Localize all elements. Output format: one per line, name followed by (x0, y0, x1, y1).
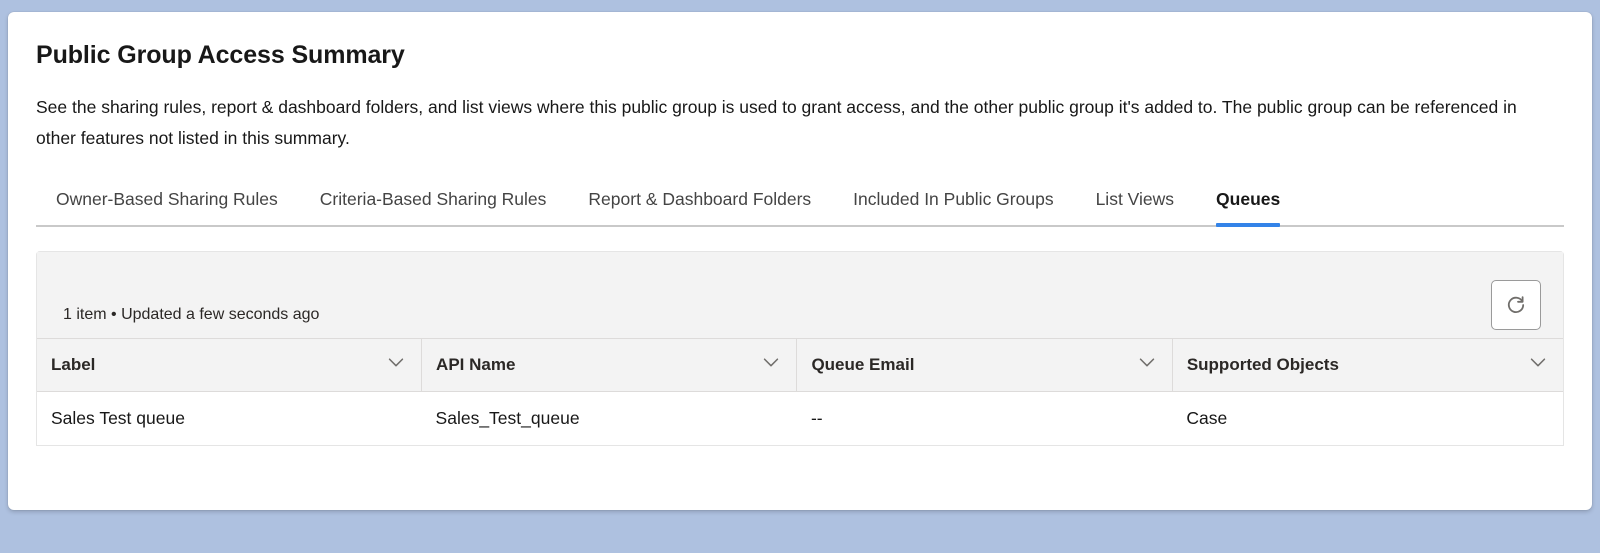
queues-table: Label API Name Queue Email Supported Obj… (37, 337, 1563, 446)
column-header-queue-email[interactable]: Queue Email (796, 337, 1173, 392)
tab-label: List Views (1095, 188, 1175, 209)
column-header-api-name[interactable]: API Name (421, 337, 798, 392)
tab-label: Queues (1216, 188, 1281, 209)
tab-list-views[interactable]: List Views (1075, 180, 1195, 225)
table-body: Sales Test queue Sales_Test_queue -- Cas… (37, 391, 1563, 446)
list-header: 1 item • Updated a few seconds ago (37, 251, 1563, 338)
card-content: Public Group Access Summary See the shar… (8, 12, 1592, 446)
tab-queues[interactable]: Queues (1195, 180, 1301, 227)
chevron-down-icon[interactable] (1527, 351, 1549, 378)
page-title: Public Group Access Summary (36, 41, 405, 69)
cell-label: Sales Test queue (37, 391, 422, 446)
tab-criteria-based-sharing-rules[interactable]: Criteria-Based Sharing Rules (299, 180, 568, 225)
tab-label: Owner-Based Sharing Rules (56, 188, 278, 209)
chevron-down-icon[interactable] (760, 351, 782, 378)
page-description: See the sharing rules, report & dashboar… (36, 96, 1517, 148)
cell-supported-objects: Case (1172, 391, 1563, 446)
tabs-bar: Owner-Based Sharing Rules Criteria-Based… (36, 180, 1564, 227)
tab-label: Report & Dashboard Folders (588, 188, 812, 209)
cell-queue-email: -- (796, 391, 1173, 446)
tab-report-and-dashboard-folders[interactable]: Report & Dashboard Folders (567, 180, 832, 225)
list-status-text: 1 item • Updated a few seconds ago (63, 305, 320, 323)
tab-included-in-public-groups[interactable]: Included In Public Groups (832, 180, 1074, 225)
summary-card: Public Group Access Summary See the shar… (8, 12, 1592, 510)
tab-label: Included In Public Groups (853, 188, 1054, 209)
column-header-text: Label (51, 354, 96, 374)
column-header-text: API Name (436, 354, 516, 374)
chevron-down-icon[interactable] (1136, 351, 1158, 378)
queues-list-panel: 1 item • Updated a few seconds ago Label… (36, 250, 1564, 446)
table-header-row: Label API Name Queue Email Supported Obj… (37, 337, 1563, 392)
column-header-text: Queue Email (811, 354, 915, 374)
tab-list: Owner-Based Sharing Rules Criteria-Based… (36, 180, 1564, 227)
column-header-label[interactable]: Label (37, 337, 423, 392)
tab-label: Criteria-Based Sharing Rules (319, 188, 547, 209)
tab-owner-based-sharing-rules[interactable]: Owner-Based Sharing Rules (36, 180, 299, 225)
refresh-icon (1504, 293, 1528, 317)
column-header-text: Supported Objects (1186, 354, 1339, 374)
cell-api-name: Sales_Test_queue (421, 391, 797, 446)
refresh-button[interactable] (1491, 279, 1541, 330)
table-header: Label API Name Queue Email Supported Obj… (37, 337, 1563, 392)
table-row[interactable]: Sales Test queue Sales_Test_queue -- Cas… (37, 391, 1563, 446)
column-header-supported-objects[interactable]: Supported Objects (1172, 337, 1563, 392)
chevron-down-icon[interactable] (385, 351, 407, 378)
